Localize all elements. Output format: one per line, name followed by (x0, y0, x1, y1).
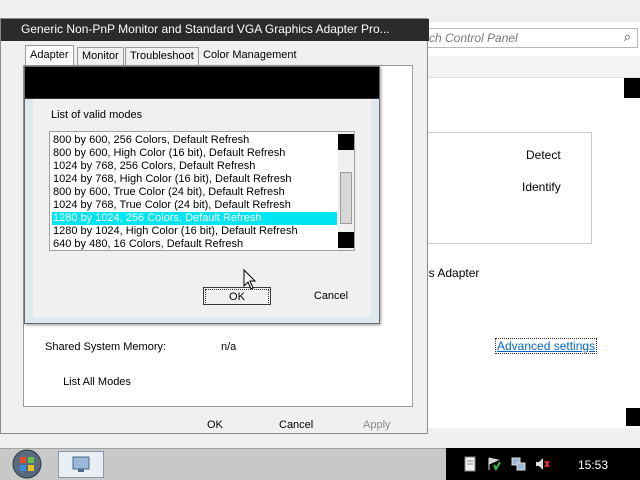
list-modes-dialog: List of valid modes 800 by 600, 256 Colo… (24, 66, 380, 324)
tab-color-management[interactable]: Color Management (199, 47, 301, 65)
volume-muted-icon[interactable] (534, 456, 550, 472)
scroll-thumb[interactable] (340, 172, 352, 224)
advanced-settings-link[interactable]: Advanced settings (495, 338, 598, 354)
cancel-button[interactable]: Cancel (279, 419, 313, 431)
dialog-frame-left (25, 99, 33, 323)
window-title: Generic Non-PnP Monitor and Standard VGA… (21, 22, 390, 36)
taskbar-control-panel-button[interactable] (58, 451, 104, 478)
dialog-frame-bottom (25, 317, 379, 323)
search-icon[interactable]: ⌕ (624, 29, 631, 45)
dialog-ok-button[interactable]: OK (203, 287, 271, 305)
modes-listbox[interactable]: 800 by 600, 256 Colors, Default Refresh … (49, 131, 355, 251)
adapter-name-text: ics Adapter (420, 266, 480, 280)
dialog-frame-right (371, 99, 379, 323)
monitor-app-icon (72, 456, 90, 472)
apply-button: Apply (363, 419, 391, 431)
modes-scrollbar[interactable] (338, 132, 354, 250)
taskbar-clock[interactable]: 15:53 (578, 458, 608, 472)
mouse-cursor-icon (243, 269, 257, 290)
dialog-cancel-button[interactable]: Cancel (297, 287, 365, 305)
shared-memory-label: Shared System Memory: (45, 341, 167, 353)
list-item[interactable]: 800 by 600, True Color (24 bit), Default… (52, 186, 337, 199)
list-all-modes-button[interactable]: List All Modes (47, 371, 147, 395)
ok-button[interactable]: OK (207, 419, 223, 431)
tab-monitor[interactable]: Monitor (77, 47, 124, 65)
properties-titlebar[interactable]: Generic Non-PnP Monitor and Standard VGA… (1, 19, 429, 41)
list-item[interactable]: 1280 by 1024, High Color (16 bit), Defau… (52, 225, 337, 238)
document-icon[interactable] (462, 456, 478, 472)
start-orb-icon[interactable] (8, 448, 46, 480)
scrollbar-down-arrow[interactable] (626, 408, 640, 426)
identify-button[interactable]: Identify (522, 180, 561, 194)
scroll-up-arrow[interactable] (338, 134, 354, 150)
dialog-titlebar[interactable] (25, 67, 379, 99)
scroll-down-arrow[interactable] (338, 232, 354, 248)
list-item[interactable]: 640 by 480, 16 Colors, Default Refresh (52, 238, 337, 250)
tab-troubleshoot[interactable]: Troubleshoot (125, 47, 199, 65)
list-item[interactable]: 1024 by 768, True Color (24 bit), Defaul… (52, 199, 337, 212)
list-item[interactable]: 1024 by 768, 256 Colors, Default Refresh (52, 160, 337, 173)
search-input[interactable]: ch Control Panel ⌕ (422, 28, 638, 48)
detect-button[interactable]: Detect (526, 148, 561, 162)
tab-adapter[interactable]: Adapter (25, 45, 74, 66)
action-center-flag-icon[interactable] (486, 456, 502, 472)
valid-modes-heading: List of valid modes (51, 109, 143, 121)
search-placeholder: ch Control Panel (429, 31, 518, 45)
control-panel-toolbar (400, 56, 640, 78)
list-item[interactable]: 800 by 600, 256 Colors, Default Refresh (52, 134, 337, 147)
list-item[interactable]: 1024 by 768, High Color (16 bit), Defaul… (52, 173, 337, 186)
list-item[interactable]: 800 by 600, High Color (16 bit), Default… (52, 147, 337, 160)
monitor-preview-box (410, 132, 592, 244)
shared-memory-value: n/a (221, 341, 237, 353)
scrollbar-up-arrow[interactable] (624, 78, 640, 98)
list-item-selected[interactable]: 1280 by 1024, 256 Colors, Default Refres… (52, 212, 337, 225)
dialog-ok-label: OK (205, 289, 269, 305)
network-icon[interactable] (510, 456, 526, 472)
